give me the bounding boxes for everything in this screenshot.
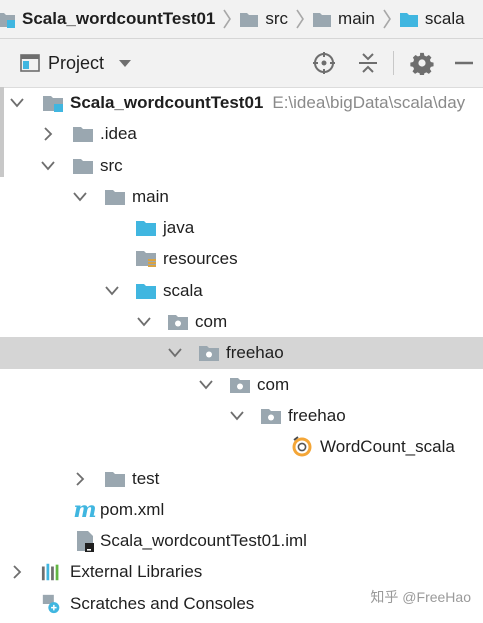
breadcrumb-item-src[interactable]: src [239, 0, 288, 38]
libraries-icon [41, 561, 63, 583]
tree-item-label: scala [163, 280, 203, 300]
tree-item-resources[interactable]: resources [0, 243, 483, 274]
project-title: Project [48, 52, 105, 73]
package-icon [229, 374, 251, 396]
source-folder-icon [399, 12, 418, 27]
watermark: 知乎 @FreeHao [370, 589, 471, 605]
module-folder-icon [42, 92, 64, 114]
tree-item-com[interactable]: com [0, 306, 483, 337]
breadcrumb-label: scala [424, 9, 465, 28]
chevron-down-icon[interactable] [229, 408, 245, 424]
chevron-right-icon[interactable] [40, 126, 56, 142]
breadcrumb-item-scala[interactable]: scala [399, 0, 465, 38]
hide-icon[interactable] [452, 51, 476, 75]
project-toolbar: Project [0, 39, 483, 88]
chevron-down-icon[interactable] [72, 189, 88, 205]
chevron-down-icon[interactable] [136, 314, 152, 330]
chevron-down-icon[interactable] [167, 345, 183, 361]
tree-item-label: Scala_wordcountTest01 E:\idea\bigData\sca… [70, 93, 466, 112]
tree-item-src[interactable]: src [0, 150, 483, 181]
chevron-down-icon[interactable] [9, 95, 25, 111]
chevron-right-icon [219, 0, 235, 38]
maven-icon: m [73, 496, 97, 523]
chevron-right-icon [292, 0, 308, 38]
breadcrumb-item-main[interactable]: main [312, 0, 375, 38]
tree-item-label: External Libraries [70, 562, 203, 582]
tree-item-freehao[interactable]: freehao [0, 337, 483, 369]
gear-icon[interactable] [410, 51, 434, 75]
breadcrumb-item-project[interactable]: Scala_wordcountTest01 [0, 0, 215, 38]
scala-object-icon [291, 436, 313, 458]
scratches-icon [41, 593, 63, 615]
package-icon [260, 405, 282, 427]
module-file-icon [74, 530, 96, 553]
folder-icon [72, 155, 94, 177]
tree-item-java[interactable]: java [0, 212, 483, 243]
tree-item-com-nested[interactable]: com [0, 369, 483, 400]
tree-item-wordcount[interactable]: WordCount_scala [0, 431, 483, 462]
tree-item-label: freehao [226, 343, 284, 363]
tree-item-label: pom.xml [100, 499, 165, 519]
tree-item-label: Scala_wordcountTest01.iml [100, 531, 307, 551]
breadcrumb-label: main [338, 9, 375, 28]
tree-item-project-root[interactable]: Scala_wordcountTest01 E:\idea\bigData\sca… [0, 87, 483, 118]
tree-item-label: java [163, 218, 195, 238]
tree-item-label: .idea [100, 124, 137, 144]
toolbar-divider [393, 51, 394, 75]
tree-item-main[interactable]: main [0, 181, 483, 212]
locate-icon[interactable] [312, 51, 336, 75]
tree-item-pom[interactable]: m pom.xml [0, 494, 483, 525]
chevron-down-icon[interactable] [40, 158, 56, 174]
chevron-down-icon [119, 60, 132, 67]
tree-item-test[interactable]: test [0, 463, 483, 494]
project-tree: Scala_wordcountTest01 E:\idea\bigData\sca… [0, 87, 483, 619]
tree-item-scala[interactable]: scala [0, 275, 483, 306]
tree-item-external-libraries[interactable]: External Libraries [0, 556, 483, 587]
module-folder-icon [0, 13, 15, 28]
folder-icon [313, 12, 332, 27]
project-view-selector[interactable]: Project [20, 53, 132, 74]
tree-item-idea[interactable]: .idea [0, 118, 483, 149]
chevron-down-icon[interactable] [198, 377, 214, 393]
project-window-icon [20, 54, 40, 72]
package-icon [167, 311, 189, 333]
chevron-right-icon[interactable] [9, 564, 25, 580]
tree-item-label: com [257, 374, 290, 394]
folder-icon [104, 186, 126, 208]
folder-icon [72, 123, 94, 145]
collapse-all-icon[interactable] [356, 51, 380, 75]
source-folder-icon [135, 280, 157, 302]
project-path: E:\idea\bigData\scala\day [272, 93, 466, 112]
tree-item-label: src [100, 155, 123, 175]
tree-item-label: main [132, 186, 169, 206]
chevron-right-icon[interactable] [72, 471, 88, 487]
tree-item-label: WordCount_scala [320, 437, 455, 457]
tree-item-label: test [132, 468, 160, 488]
resources-folder-icon [135, 248, 157, 270]
tree-item-label: resources [163, 249, 238, 269]
chevron-down-icon[interactable] [104, 283, 120, 299]
breadcrumb-label: Scala_wordcountTest01 [22, 9, 216, 28]
chevron-right-icon [379, 0, 395, 38]
breadcrumb-label: src [265, 9, 289, 28]
folder-icon [240, 12, 259, 27]
tree-item-label: com [195, 312, 228, 332]
source-folder-icon [135, 217, 157, 239]
tree-item-label: Scratches and Consoles [70, 593, 255, 613]
package-icon [198, 342, 220, 364]
tree-item-label: freehao [288, 405, 346, 425]
folder-icon [104, 468, 126, 490]
breadcrumb: Scala_wordcountTest01 src main scala [0, 0, 483, 39]
tree-item-freehao-nested[interactable]: freehao [0, 400, 483, 431]
tree-item-iml[interactable]: Scala_wordcountTest01.iml [0, 525, 483, 556]
